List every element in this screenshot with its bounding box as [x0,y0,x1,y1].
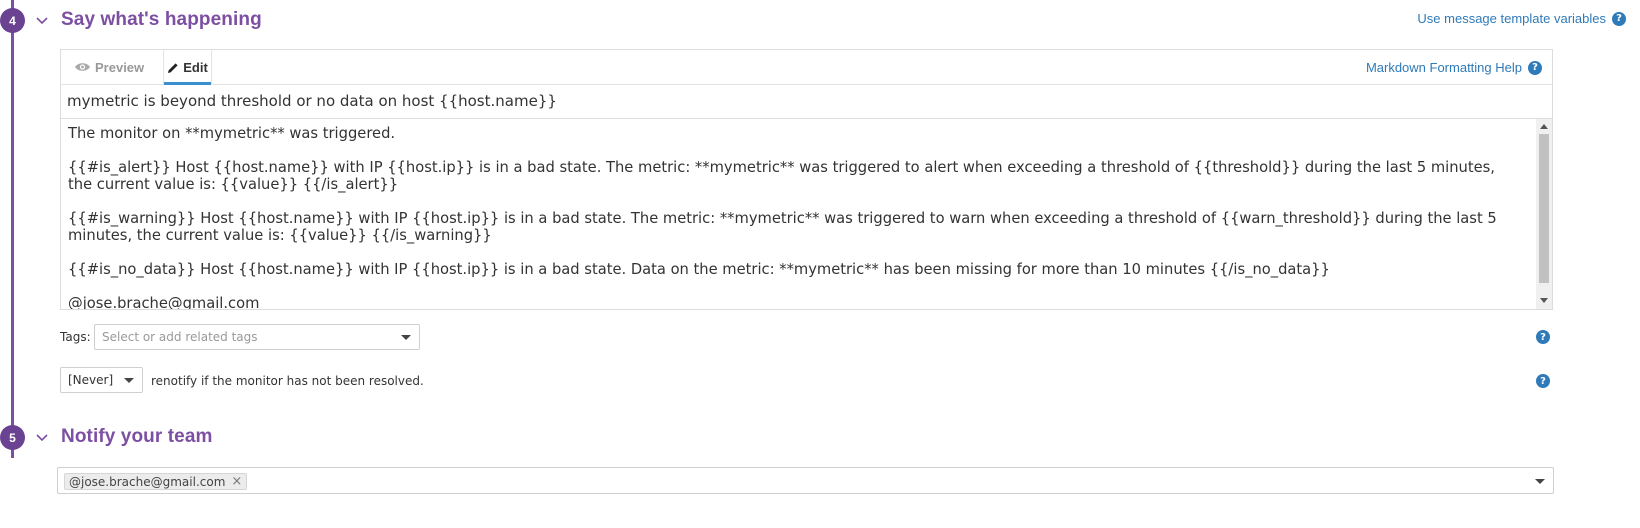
help-icon: ? [1612,11,1626,26]
body-paragraph: The monitor on **mymetric** was triggere… [68,125,396,142]
step-5-title: Notify your team [61,426,213,447]
scroll-up-arrow-icon[interactable] [1540,124,1548,129]
editor-tabbar: Preview Edit Markdown Formatting Help ? [61,50,1552,85]
renotify-value: [Never] [68,373,114,387]
subject-input[interactable]: mymetric is beyond threshold or no data … [61,85,1552,119]
tab-edit[interactable]: Edit [163,50,212,85]
eye-icon [75,63,90,71]
recipient-chip-label: @jose.brache@gmail.com [69,474,226,489]
template-variables-link[interactable]: Use message template variables ? [1417,11,1626,26]
body-paragraph: {{#is_alert}} Host {{host.name}} with IP… [68,159,1495,193]
body-paragraph: {{#is_no_data}} Host {{host.name}} with … [68,261,1330,278]
body-paragraph: {{#is_warning}} Host {{host.name}} with … [68,210,1497,244]
message-editor: Preview Edit Markdown Formatting Help ? … [60,49,1553,310]
help-icon: ? [1528,60,1542,75]
tab-preview[interactable]: Preview [74,50,144,84]
tags-help-icon[interactable]: ? [1536,330,1550,344]
collapse-chevron-icon[interactable] [35,431,49,445]
tags-select[interactable]: Select or add related tags [94,324,420,350]
collapse-chevron-icon[interactable] [35,14,49,28]
body-scrollbar[interactable] [1536,119,1552,309]
step-4-title: Say what's happening [61,9,262,30]
body-paragraph: @jose.brache@gmail.com [68,295,260,309]
markdown-help-link[interactable]: Markdown Formatting Help ? [1366,60,1542,75]
renotify-help-icon[interactable]: ? [1536,374,1550,388]
step-5-number: 5 [0,425,25,450]
step-4-number: 4 [0,8,25,33]
template-variables-label: Use message template variables [1417,11,1606,26]
scroll-thumb[interactable] [1539,134,1549,283]
tab-preview-label: Preview [95,59,145,75]
dropdown-caret-icon [401,335,411,340]
message-body-text: The monitor on **mymetric** was triggere… [68,125,1522,309]
message-body-textarea[interactable]: The monitor on **mymetric** was triggere… [61,119,1552,309]
tab-edit-label: Edit [183,60,208,75]
tags-placeholder: Select or add related tags [102,330,258,344]
step-timeline-line [11,0,14,458]
recipient-chip: @jose.brache@gmail.com × [64,473,248,490]
pencil-icon [168,62,178,73]
renotify-select[interactable]: [Never] [60,367,143,393]
notify-recipients-select[interactable]: @jose.brache@gmail.com × [57,467,1554,494]
tags-label: Tags: [60,330,91,344]
remove-icon[interactable]: × [231,474,242,489]
markdown-help-label: Markdown Formatting Help [1365,60,1522,75]
dropdown-caret-icon [1535,479,1545,484]
dropdown-caret-icon [124,378,134,383]
renotify-description: renotify if the monitor has not been res… [151,374,424,388]
scroll-down-arrow-icon[interactable] [1540,298,1548,303]
